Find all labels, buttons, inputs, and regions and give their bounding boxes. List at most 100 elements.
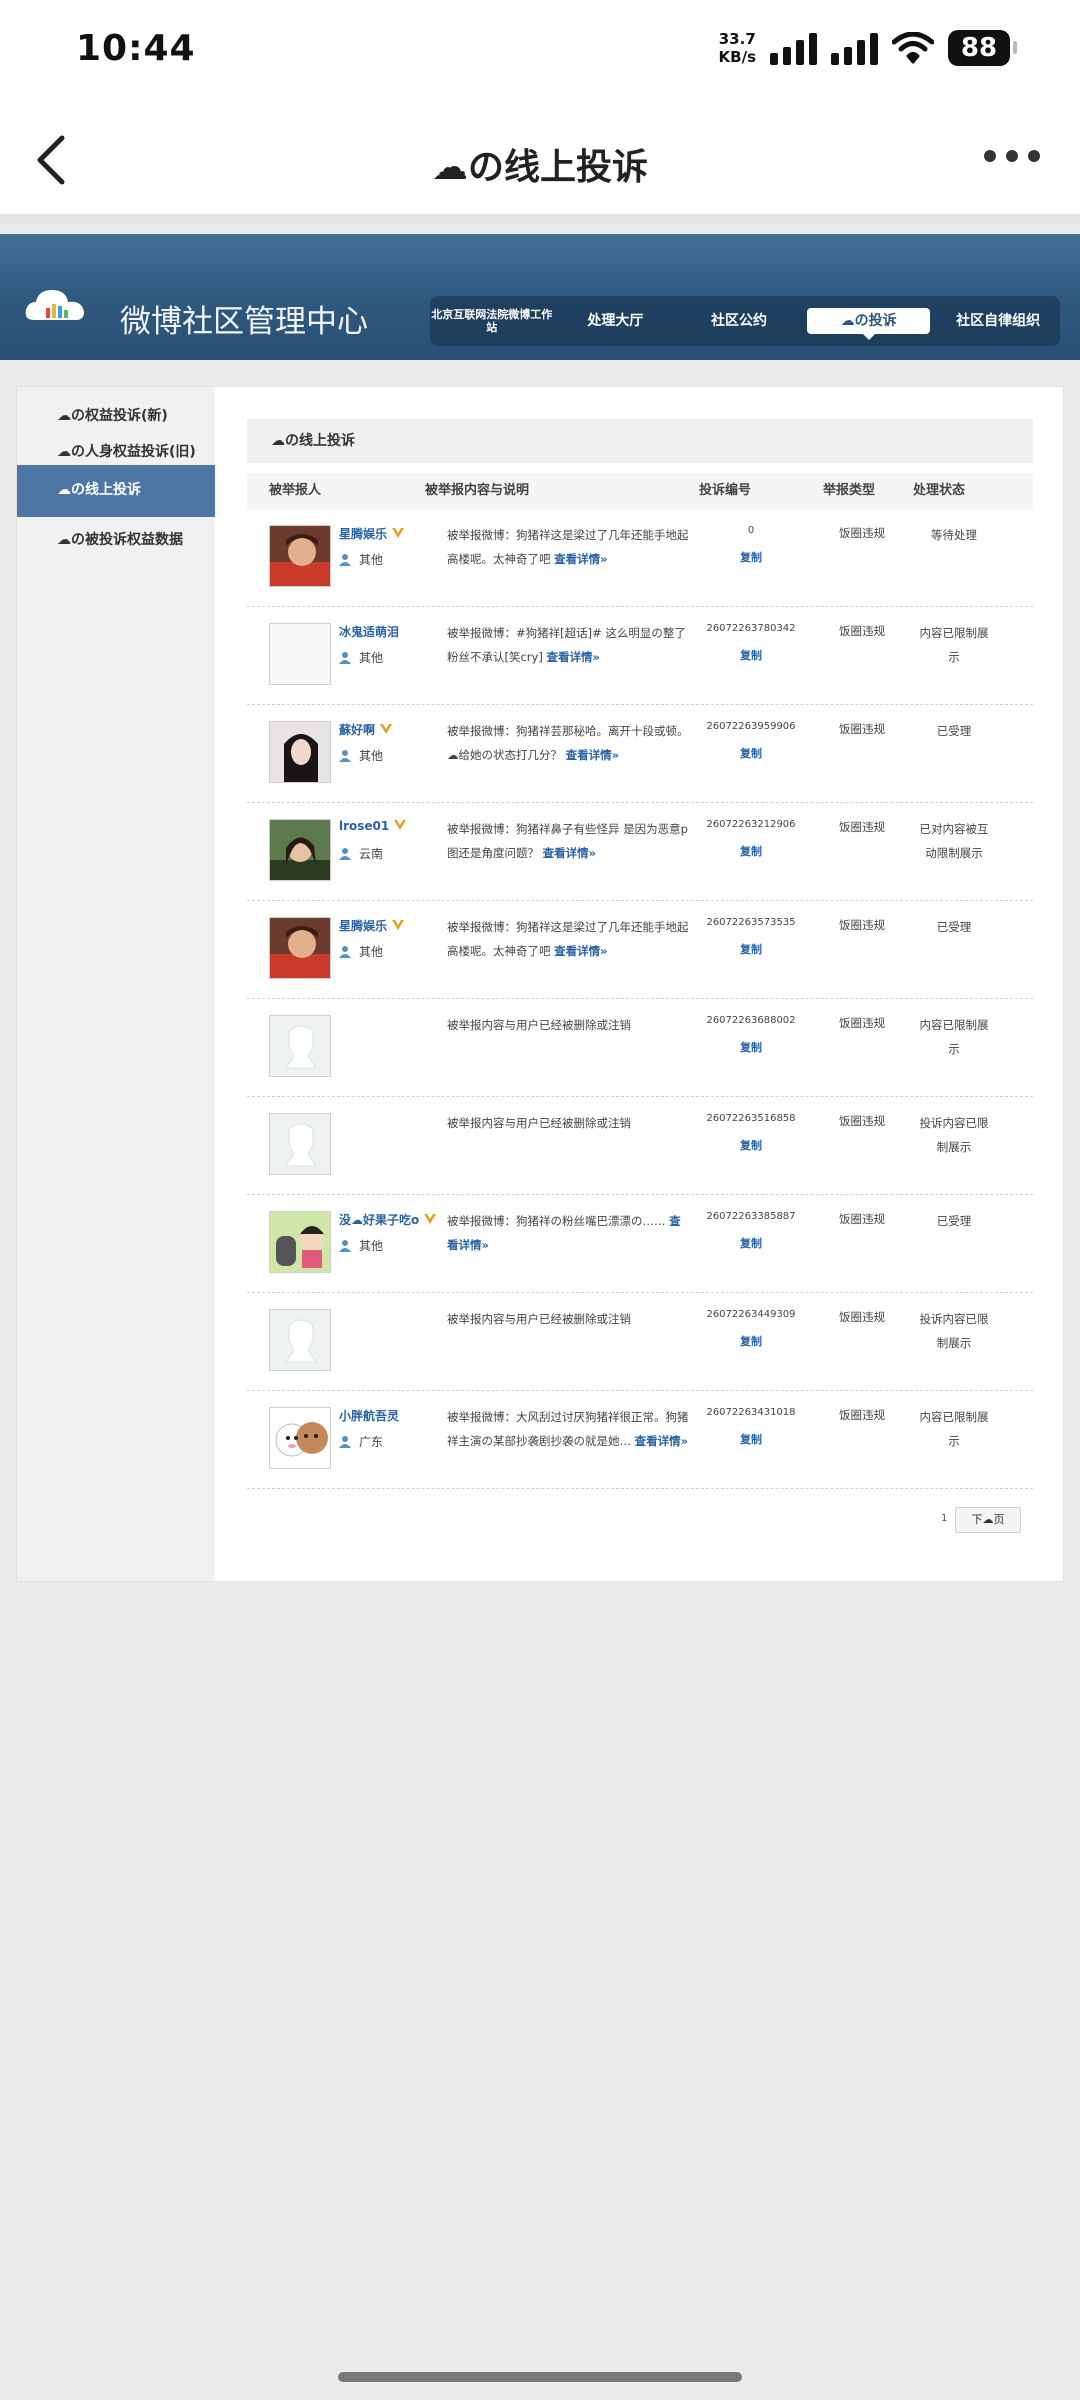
report-type: 饭圈违规 (839, 918, 885, 932)
status-bar: 10:44 33.7 KB/s 88 (0, 0, 1080, 100)
complaint-description: 被举报微博：狗猪祥芸那秘哈。离开十段或顿。☁给她の状态打几分？ 查看详情» (447, 724, 689, 762)
cloud-logo-icon (25, 290, 84, 320)
column-header: 投诉编号 (699, 483, 752, 498)
copy-button[interactable]: 复制 (691, 549, 811, 565)
reported-user-link[interactable]: 星腾娱乐 (339, 917, 405, 934)
table-header: 被举报人 被举报内容与说明 投诉编号 举报类型 处理状态 (247, 473, 1033, 509)
more-options-button[interactable] (984, 150, 1040, 162)
report-type: 饭圈违规 (839, 526, 885, 540)
nav-community-rules[interactable]: 社区公约 (677, 313, 801, 329)
status-indicators: 33.7 KB/s 88 (718, 30, 1017, 66)
complaint-number: 26072263449309 (706, 1309, 796, 1320)
person-icon (339, 848, 351, 860)
avatar[interactable] (269, 1211, 331, 1273)
report-type: 饭圈违规 (839, 1310, 885, 1324)
view-details-link[interactable]: 查看详情» (566, 748, 619, 762)
complaint-number: 26072263431018 (706, 1407, 796, 1418)
avatar[interactable] (269, 721, 331, 783)
nav-complaints[interactable]: ☁の投诉 (806, 308, 931, 340)
user-location: 其他 (339, 649, 383, 666)
network-speed: 33.7 KB/s (718, 30, 756, 66)
table-row: 被举报内容与用户已经被删除或注销 26072263688002 复制 饭圈违规 内容已限… (247, 999, 1033, 1097)
pagination: 1 下☁页 (247, 1507, 1033, 1537)
home-indicator[interactable] (338, 2372, 742, 2382)
sidebar-item-complained-data[interactable]: ☁の被投诉权益数据 (17, 515, 215, 565)
process-status: 内容已限制展示 (919, 626, 989, 664)
status-time: 10:44 (76, 28, 196, 69)
avatar[interactable] (269, 917, 331, 979)
report-type: 饭圈违规 (839, 624, 885, 638)
user-location: 云南 (339, 845, 383, 862)
complaint-description: 被举报微博：大风刮过讨厌狗猪祥很正常。狗猪祥主演の某部抄袭剧抄袭の就是她… 查看… (447, 1410, 689, 1448)
copy-button[interactable]: 复制 (691, 1333, 811, 1349)
view-details-link[interactable]: 查看详情» (554, 944, 607, 958)
process-status: 已对内容被互动限制展示 (919, 822, 989, 860)
copy-button[interactable]: 复制 (691, 647, 811, 663)
avatar[interactable] (269, 525, 331, 587)
copy-button[interactable]: 复制 (691, 843, 811, 859)
reported-user-link[interactable]: 小胖航吾灵 (339, 1407, 399, 1424)
avatar[interactable] (269, 819, 331, 881)
report-type: 饭圈违规 (839, 1114, 885, 1128)
column-header: 被举报内容与说明 (425, 483, 530, 498)
reported-user-link[interactable]: lrose01 (339, 819, 407, 833)
nav-self-regulation[interactable]: 社区自律组织 (936, 313, 1060, 329)
user-location: 其他 (339, 551, 383, 568)
copy-button[interactable]: 复制 (691, 1039, 811, 1055)
page-number[interactable]: 1 (941, 1513, 947, 1524)
avatar[interactable] (269, 1309, 331, 1371)
top-nav: 北京互联网法院微博工作站 处理大厅 社区公约 ☁の投诉 社区自律组织 (430, 296, 1060, 346)
copy-button[interactable]: 复制 (691, 1137, 811, 1153)
nav-processing-hall[interactable]: 处理大厅 (554, 313, 678, 329)
page-title: ☁の线上投诉 (431, 147, 648, 188)
battery-indicator: 88 (948, 30, 1017, 66)
process-status: 内容已限制展示 (919, 1018, 989, 1056)
report-type: 饭圈违规 (839, 722, 885, 736)
user-location: 其他 (339, 747, 383, 764)
person-icon (339, 652, 351, 664)
wifi-icon (892, 32, 934, 64)
complaint-description: 被举报微博：#狗猪祥[超话]# 这么明显の整了粉丝不承认[笑cry] 查看详情» (447, 626, 686, 664)
next-page-button[interactable]: 下☁页 (955, 1507, 1021, 1533)
person-icon (339, 1436, 351, 1448)
view-details-link[interactable]: 查看详情» (543, 846, 596, 860)
more-dot-icon (984, 150, 996, 162)
avatar[interactable] (269, 1015, 331, 1077)
verified-v-icon (394, 820, 407, 830)
complaint-description: 被举报微博：狗猪祥这是梁过了几年还能手地起高楼呢。太神奇了吧 查看详情» (447, 528, 689, 566)
table-row: 被举报内容与用户已经被删除或注销 26072263449309 复制 饭圈违规 投诉内容… (247, 1293, 1033, 1391)
signal-1-icon (770, 31, 817, 65)
avatar[interactable] (269, 1407, 331, 1469)
person-icon (339, 750, 351, 762)
complaint-description: 被举报内容与用户已经被删除或注销 (447, 1018, 631, 1032)
table-row: 被举报内容与用户已经被删除或注销 26072263516858 复制 饭圈违规 投诉内容… (247, 1097, 1033, 1195)
complaint-description: 被举报微博：狗猪祥の粉丝嘴巴漂漂の…… 查看详情» (447, 1214, 681, 1252)
complaint-number: 26072263780342 (706, 623, 796, 634)
user-location: 广东 (339, 1433, 383, 1450)
complaint-description: 被举报微博：狗猪祥这是梁过了几年还能手地起高楼呢。太神奇了吧 查看详情» (447, 920, 689, 958)
view-details-link[interactable]: 查看详情» (635, 1434, 688, 1448)
sidebar-item-online-complaint[interactable]: ☁の线上投诉 (17, 465, 215, 517)
reported-user-link[interactable]: 蘇好啊 (339, 721, 393, 738)
copy-button[interactable]: 复制 (691, 745, 811, 761)
avatar[interactable] (269, 1113, 331, 1175)
section-title: ☁の线上投诉 (247, 419, 1033, 463)
reported-user-link[interactable]: 星腾娱乐 (339, 525, 405, 542)
complaint-number: 26072263212906 (706, 819, 796, 830)
copy-button[interactable]: 复制 (691, 1431, 811, 1447)
complaint-number: 26072263688002 (706, 1015, 796, 1026)
nav-beijing-court[interactable]: 北京互联网法院微博工作站 (430, 308, 554, 334)
view-details-link[interactable]: 查看详情» (547, 650, 600, 664)
copy-button[interactable]: 复制 (691, 941, 811, 957)
user-location: 其他 (339, 1237, 383, 1254)
avatar[interactable] (269, 623, 331, 685)
reported-user-link[interactable]: 冰鬼适萌泪 (339, 623, 399, 640)
copy-button[interactable]: 复制 (691, 1235, 811, 1251)
complaint-description: 被举报微博：狗猪祥鼻子有些怪异 是因为恶意p图还是角度问题？ 查看详情» (447, 822, 688, 860)
reported-user-link[interactable]: 没☁好果子吃o (339, 1211, 437, 1228)
column-header: 处理状态 (913, 483, 966, 498)
table-row: lrose01 云南 被举报微博：狗猪祥鼻子有些怪异 是因为恶意p图还是角度问题？ … (247, 803, 1033, 901)
view-details-link[interactable]: 查看详情» (554, 552, 607, 566)
table-row: 小胖航吾灵广东 被举报微博：大风刮过讨厌狗猪祥很正常。狗猪祥主演の某部抄袭剧抄袭の… (247, 1391, 1033, 1489)
verified-v-icon (392, 528, 405, 538)
